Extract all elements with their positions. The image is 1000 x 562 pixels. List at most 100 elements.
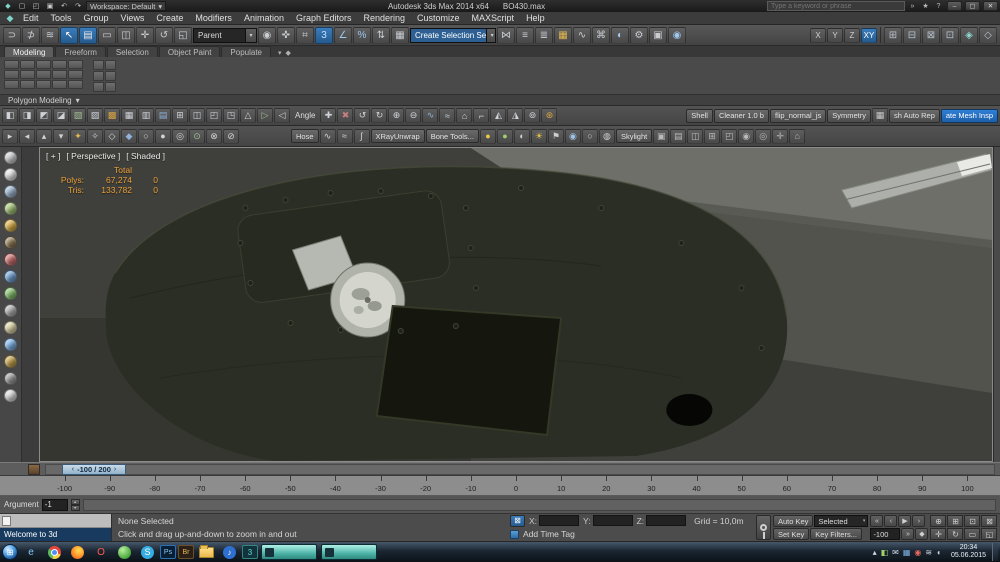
tool-icon[interactable]: ▴	[36, 129, 52, 144]
play-animation-button[interactable]: ▶	[898, 515, 911, 527]
restore-button[interactable]: ▢	[965, 1, 980, 11]
light-icon[interactable]: ●	[497, 129, 513, 144]
menu-item[interactable]: Customize	[411, 13, 466, 23]
tool-sphere-icon[interactable]	[4, 304, 17, 317]
use-pivot-center-icon[interactable]: ◉	[258, 27, 276, 44]
time-slider[interactable]: ‹ -100 / 200 ›	[62, 464, 126, 475]
tab-freeform[interactable]: Freeform	[55, 46, 105, 57]
tray-network-icon[interactable]: ≋	[925, 548, 932, 557]
max-logo-icon[interactable]: ◆	[3, 13, 17, 24]
tool-icon[interactable]: ▸	[2, 129, 18, 144]
tool-icon[interactable]: ⊡	[941, 27, 959, 44]
menu-item[interactable]: Graph Editors	[290, 13, 358, 23]
tool-sphere-icon[interactable]	[4, 253, 17, 266]
tool-icon[interactable]: ✛	[772, 129, 788, 144]
layer-manager-icon[interactable]: ≣	[535, 27, 553, 44]
search-go-icon[interactable]: »	[907, 3, 918, 10]
select-and-rotate-icon[interactable]: ↺	[155, 27, 173, 44]
select-and-move-icon[interactable]: ✛	[136, 27, 154, 44]
go-to-start-button[interactable]: «	[870, 515, 883, 527]
tab-object-paint[interactable]: Object Paint	[159, 46, 221, 57]
tool-icon[interactable]: ◂	[19, 129, 35, 144]
ribbon-preset-button[interactable]	[4, 60, 19, 69]
ribbon-preset-button[interactable]	[36, 70, 51, 79]
tool-icon[interactable]: ⌂	[456, 108, 472, 123]
tool-icon[interactable]: ◉	[565, 129, 581, 144]
bridge-icon[interactable]: Br	[178, 545, 194, 559]
tool-icon[interactable]: ⌂	[789, 129, 805, 144]
tool-icon[interactable]: ✚	[320, 108, 336, 123]
tool-icon[interactable]: ◇	[104, 129, 120, 144]
viewport-shading-menu[interactable]: [ Shaded ]	[126, 151, 165, 161]
ribbon-tool-button[interactable]	[105, 60, 116, 70]
tool-icon[interactable]: ▷	[257, 108, 273, 123]
taskbar-clock[interactable]: 20:34 05.06.2015	[947, 544, 990, 560]
tool-sphere-icon[interactable]	[4, 372, 17, 385]
viewport-pov-menu[interactable]: [ Perspective ]	[66, 151, 120, 161]
tool-icon[interactable]: ◭	[490, 108, 506, 123]
tool-icon[interactable]: △	[240, 108, 256, 123]
tool-icon[interactable]: ◆	[121, 129, 137, 144]
minimize-button[interactable]: –	[947, 1, 962, 11]
menu-item[interactable]: Edit	[17, 13, 45, 23]
tool-icon[interactable]: ◪	[53, 108, 69, 123]
tool-sphere-icon[interactable]	[4, 287, 17, 300]
ribbon-preset-button[interactable]	[52, 80, 67, 89]
add-time-tag-button[interactable]: Add Time Tag	[523, 529, 575, 539]
ribbon-preset-button[interactable]	[20, 70, 35, 79]
tool-sphere-icon[interactable]	[4, 338, 17, 351]
maximize-viewport-icon[interactable]: ◱	[981, 528, 997, 540]
axis-y-button[interactable]: Y	[827, 28, 843, 43]
ribbon-preset-button[interactable]	[4, 70, 19, 79]
axis-z-button[interactable]: Z	[844, 28, 860, 43]
tool-sphere-icon[interactable]	[4, 389, 17, 402]
key-mode-toggle[interactable]: ◆	[915, 528, 928, 540]
skype-icon[interactable]: S	[141, 546, 154, 559]
flip-normal-button[interactable]: flip_normal_js	[770, 109, 826, 123]
timeline-ruler[interactable]: -100-90-80-70-60-50-40-30-20-10010203040…	[0, 476, 1000, 496]
spinner-down-icon[interactable]: ▾	[71, 505, 80, 511]
selection-lock-toggle[interactable]: ⊠	[510, 515, 525, 527]
align-icon[interactable]: ≡	[516, 27, 534, 44]
firefox-icon[interactable]	[71, 546, 84, 559]
curve-editor-icon[interactable]: ∿	[573, 27, 591, 44]
tool-icon[interactable]: ∫	[354, 129, 370, 144]
keyboard-override-icon[interactable]: ⌗	[296, 27, 314, 44]
tool-icon[interactable]: ●	[155, 129, 171, 144]
undo-icon[interactable]: ↶	[58, 1, 70, 11]
ribbon-preset-button[interactable]	[20, 80, 35, 89]
tool-icon[interactable]: ⊕	[388, 108, 404, 123]
tool-icon[interactable]: ◎	[755, 129, 771, 144]
chevron-down-icon[interactable]: ▾	[245, 29, 256, 42]
menu-item[interactable]: MAXScript	[466, 13, 521, 23]
ribbon-tool-button[interactable]	[93, 71, 104, 81]
tool-icon[interactable]: ✧	[87, 129, 103, 144]
ribbon-minimize-icon[interactable]: ▾	[278, 49, 282, 57]
listener-script-line[interactable]: Welcome to 3d	[0, 528, 111, 541]
checker-icon[interactable]: ▦	[872, 108, 888, 123]
tool-icon[interactable]: ⊘	[223, 129, 239, 144]
y-coordinate-field[interactable]: Y:	[583, 515, 633, 526]
tool-icon[interactable]: ▨	[87, 108, 103, 123]
tool-icon[interactable]: ○	[582, 129, 598, 144]
keyword-search-input[interactable]	[768, 3, 904, 10]
render-setup-icon[interactable]: ⚙	[630, 27, 648, 44]
open-file-icon[interactable]: ◰	[30, 1, 42, 11]
max-app-button-icon[interactable]: ◆	[2, 1, 14, 11]
spinner-snap-icon[interactable]: ⇅	[372, 27, 390, 44]
save-file-icon[interactable]: ▣	[44, 1, 56, 11]
axis-xy-button[interactable]: XY	[861, 28, 877, 43]
previous-frame-arrow-icon[interactable]: ‹	[72, 466, 74, 473]
3ds-max-icon[interactable]: 3	[242, 545, 258, 559]
explorer-folder-icon[interactable]	[199, 547, 214, 558]
tool-sphere-icon[interactable]	[4, 202, 17, 215]
hose-button[interactable]: Hose	[291, 129, 319, 143]
tool-icon[interactable]: ∿	[422, 108, 438, 123]
tool-icon[interactable]: ○	[138, 129, 154, 144]
tool-icon[interactable]: ◰	[206, 108, 222, 123]
tool-icon[interactable]: ◩	[36, 108, 52, 123]
green-app-icon[interactable]	[118, 546, 131, 559]
menu-item[interactable]: Tools	[45, 13, 78, 23]
tool-icon[interactable]: ◉	[738, 129, 754, 144]
named-selection-set-dropdown[interactable]: Create Selection Se ▾	[410, 28, 496, 43]
